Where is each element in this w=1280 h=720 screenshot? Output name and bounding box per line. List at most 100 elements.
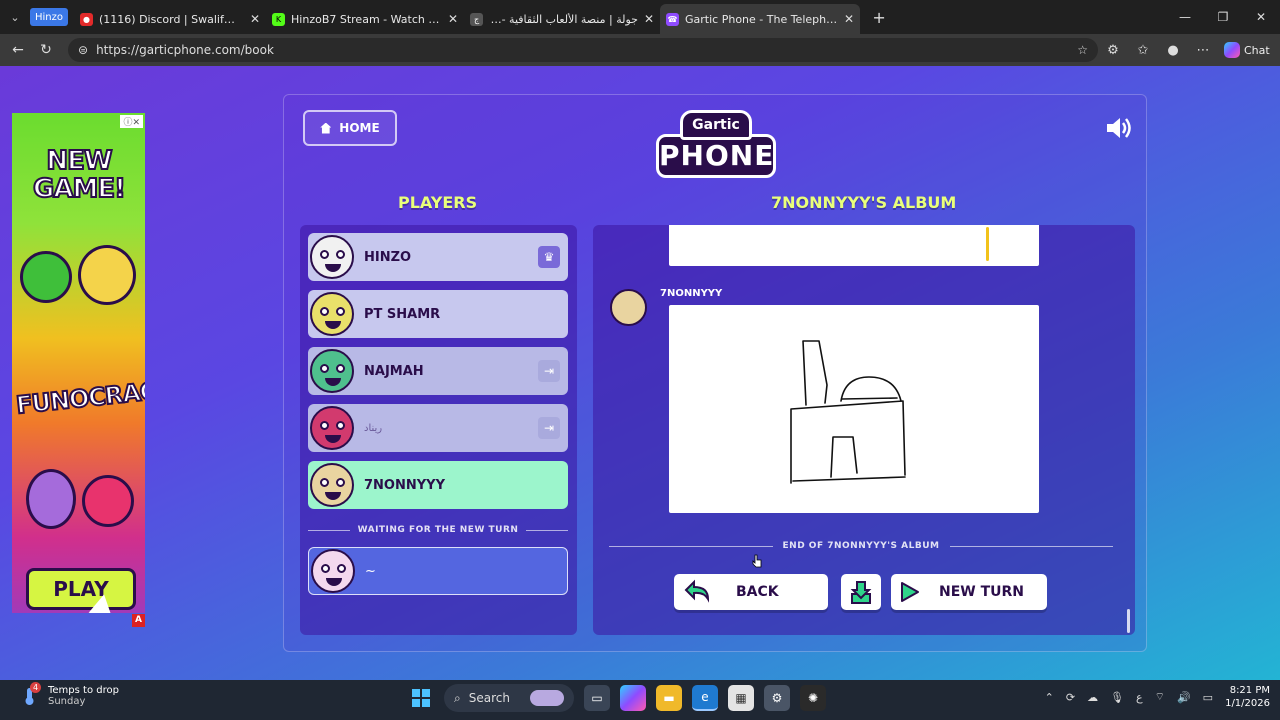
close-tab-icon[interactable]: ✕ <box>644 12 654 26</box>
input-language[interactable]: ع <box>1136 691 1143 704</box>
clock[interactable]: 8:21 PM 1/1/2026 <box>1225 684 1270 710</box>
wifi-icon[interactable]: ⌔ <box>1155 690 1165 704</box>
microsoft-store-icon[interactable]: ▦ <box>728 685 754 711</box>
avatar <box>310 406 354 450</box>
new-turn-button[interactable]: NEW TURN <box>891 574 1047 610</box>
volume-icon[interactable]: 🔊 <box>1177 691 1191 704</box>
ad-angry-character-icon <box>82 475 134 527</box>
chatgpt-icon[interactable]: ✺ <box>800 685 826 711</box>
new-tab-button[interactable]: + <box>864 8 894 27</box>
tab-kick-stream[interactable]: K HinzoB7 Stream - Watch Live on K ✕ <box>266 4 464 34</box>
waiting-player-row[interactable]: ~ <box>308 547 568 595</box>
players-panel: HINZO ♛ PT SHAMR NAJMAH ⇥ ريناد ⇥ 7NONNY… <box>300 225 577 635</box>
close-tab-icon[interactable]: ✕ <box>844 12 854 26</box>
url-text: https://garticphone.com/book <box>96 43 274 57</box>
tab-discord[interactable]: ● (1116) Discord | Swalif✮ | live ✕ <box>74 4 266 34</box>
battery-icon[interactable]: ▭ <box>1203 691 1213 704</box>
chat-label: Chat <box>1244 43 1270 57</box>
player-name: HINZO <box>364 249 412 265</box>
copilot-app-icon[interactable] <box>620 685 646 711</box>
download-button[interactable] <box>841 574 881 610</box>
weather-widget[interactable]: 4 Temps to drop Sunday <box>20 682 119 707</box>
copilot-icon <box>1224 42 1240 58</box>
avatar <box>310 235 354 279</box>
album-end-divider: END OF 7NONNYYY'S ALBUM <box>609 541 1114 551</box>
copilot-chat-button[interactable]: Chat <box>1224 42 1270 58</box>
player-name: NAJMAH <box>364 363 424 379</box>
back-label: BACK <box>736 584 779 600</box>
close-tab-icon[interactable]: ✕ <box>250 12 260 26</box>
new-turn-label: NEW TURN <box>939 584 1025 600</box>
profile-chip[interactable]: Hinzo <box>30 8 69 26</box>
end-label: END OF 7NONNYYY'S ALBUM <box>782 541 940 551</box>
tab-actions-menu[interactable]: ⌄ <box>0 0 30 34</box>
windows-taskbar: 4 Temps to drop Sunday ⌕ Search ▭ ▬ e ▦ … <box>0 680 1280 720</box>
url-field[interactable]: ⊜ https://garticphone.com/book ☆ <box>68 38 1098 62</box>
album-scrollbar[interactable] <box>1127 609 1130 633</box>
edge-browser-icon[interactable]: e <box>692 685 718 711</box>
ad-play-button[interactable]: PLAY <box>26 568 136 610</box>
minimize-icon[interactable]: — <box>1166 0 1204 34</box>
show-hidden-icons[interactable]: ⌃ <box>1045 691 1054 704</box>
ad-thumbs-character-icon <box>20 251 72 303</box>
player-row-hinzo[interactable]: HINZO ♛ <box>308 233 568 281</box>
download-icon <box>850 581 872 604</box>
gartic-phone-icon: ☎ <box>666 12 680 26</box>
weather-headline: Temps to drop <box>48 685 119 696</box>
jawlah-icon: ج <box>470 12 484 26</box>
kick-icon: K <box>272 12 286 26</box>
refresh-icon[interactable]: ↻ <box>32 42 60 58</box>
tab-jawlah[interactable]: ✕ جولة | منصة الألعاب الثقافية - Jawlah … <box>464 4 660 34</box>
windows-start-icon[interactable] <box>408 685 434 711</box>
more-menu-icon[interactable]: ⋯ <box>1188 43 1218 58</box>
ad-choices-badge[interactable]: A <box>132 614 145 627</box>
player-row-renad[interactable]: ريناد ⇥ <box>308 404 568 452</box>
game-container: HOME PHONE Gartic PLAYERS 7NONNYYY'S ALB… <box>283 94 1147 652</box>
clock-date: 1/1/2026 <box>1225 698 1270 709</box>
maximize-icon[interactable]: ❐ <box>1204 0 1242 34</box>
close-tab-icon[interactable]: ✕ <box>448 12 458 26</box>
browser-tab-bar: ⌄ Hinzo ● (1116) Discord | Swalif✮ | liv… <box>0 0 1280 34</box>
hand-cursor-icon <box>752 554 762 568</box>
speaker-icon[interactable] <box>1104 113 1134 143</box>
player-row-pt-shamr[interactable]: PT SHAMR <box>308 290 568 338</box>
logo-main-text: PHONE <box>656 134 776 178</box>
weather-day: Sunday <box>48 696 86 707</box>
album-title: 7NONNYYY'S ALBUM <box>771 193 957 212</box>
left-game-icon: ⇥ <box>538 360 560 382</box>
sync-icon[interactable]: ⟳ <box>1066 691 1075 704</box>
home-label: HOME <box>339 121 380 135</box>
previous-album-card <box>669 225 1039 266</box>
taskbar-search[interactable]: ⌕ Search <box>444 684 574 712</box>
tab-title: HinzoB7 Stream - Watch Live on K <box>291 12 442 26</box>
author-name: 7NONNYYY <box>660 288 723 299</box>
close-window-icon[interactable]: ✕ <box>1242 0 1280 34</box>
settings-icon[interactable]: ⚙ <box>764 685 790 711</box>
task-view-icon[interactable]: ▭ <box>584 685 610 711</box>
logo-top-text: Gartic <box>680 110 752 140</box>
system-tray: ⌃ ⟳ ☁ 🎙 ع ⌔ 🔊 ▭ 8:21 PM 1/1/2026 <box>1045 684 1270 710</box>
home-icon <box>320 122 332 134</box>
tab-gartic-phone[interactable]: ☎ Gartic Phone - The Telephone Gam ✕ <box>660 4 861 34</box>
onedrive-icon[interactable]: ☁ <box>1087 691 1098 704</box>
home-button[interactable]: HOME <box>303 110 397 146</box>
favorites-icon[interactable]: ✩ <box>1128 43 1158 58</box>
back-button[interactable]: BACK <box>674 574 828 610</box>
site-info-icon[interactable]: ⊜ <box>78 43 88 57</box>
window-controls: — ❐ ✕ <box>1166 0 1280 34</box>
avatar <box>310 463 354 507</box>
extensions-icon[interactable]: ⚙ <box>1098 43 1128 58</box>
file-explorer-icon[interactable]: ▬ <box>656 685 682 711</box>
ad-banner[interactable]: ⓘ✕ NEW GAME! FUNOCRACY PLAY <box>12 113 145 613</box>
player-row-najmah[interactable]: NAJMAH ⇥ <box>308 347 568 395</box>
favorite-star-icon[interactable]: ☆ <box>1077 43 1088 57</box>
player-row-7nonnyyy[interactable]: 7NONNYYY <box>308 461 568 509</box>
microphone-icon[interactable]: 🎙 <box>1110 691 1124 704</box>
search-icon: ⌕ <box>454 690 461 705</box>
ad-info-icon[interactable]: ⓘ✕ <box>120 115 143 128</box>
profile-avatar-icon[interactable]: ● <box>1158 43 1188 58</box>
back-arrow-icon[interactable]: ← <box>4 42 32 58</box>
waiting-label: WAITING FOR THE NEW TURN <box>357 525 519 535</box>
left-game-icon: ⇥ <box>538 417 560 439</box>
search-highlight-icon <box>530 690 564 706</box>
